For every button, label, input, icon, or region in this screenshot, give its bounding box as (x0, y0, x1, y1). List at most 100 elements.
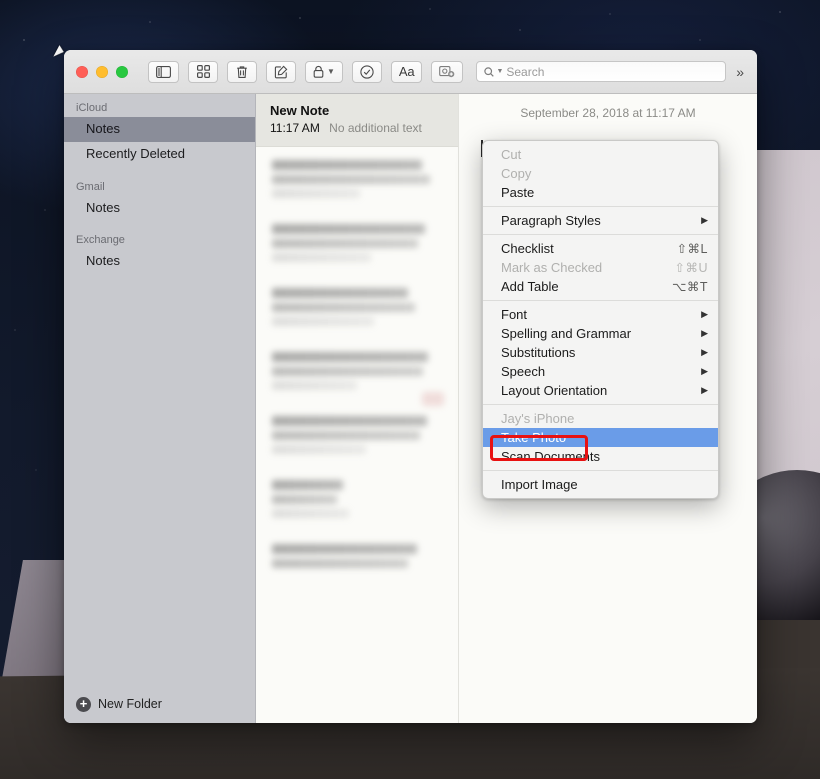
menu-item-take-photo[interactable]: Take Photo (483, 428, 718, 447)
sidebar-item-icloud-notes[interactable]: Notes (64, 117, 255, 143)
blurred-text (272, 480, 344, 490)
note-list-item[interactable] (256, 147, 458, 211)
sidebar-toggle-button[interactable] (148, 60, 179, 83)
delete-note-button[interactable] (227, 60, 257, 83)
menu-item-mark-as-checked[interactable]: Mark as Checked ⇧⌘U (483, 258, 718, 277)
menu-item-copy[interactable]: Copy (483, 164, 718, 183)
menu-separator (483, 404, 718, 405)
sidebar-list: iCloud Notes Recently Deleted Gmail Note… (64, 94, 255, 685)
menu-item-font[interactable]: Font ▶ (483, 305, 718, 324)
menu-item-scan-documents[interactable]: Scan Documents (483, 447, 718, 466)
submenu-arrow-icon: ▶ (701, 347, 708, 357)
sidebar-item-exchange-notes[interactable]: Notes (64, 249, 255, 274)
blurred-text (272, 303, 415, 312)
blurred-text (272, 509, 349, 518)
search-box[interactable]: ▼ (476, 61, 727, 82)
format-button[interactable]: Aa (390, 60, 423, 83)
plus-circle-icon: + (76, 696, 91, 712)
note-title: New Note (270, 103, 330, 118)
menu-item-layout-orientation[interactable]: Layout Orientation ▶ (483, 381, 718, 400)
window-toolbar: ▼ Aa ▼ Search » (64, 50, 757, 94)
traffic-lights (76, 65, 128, 78)
sidebar-item-label: Notes (86, 199, 120, 215)
add-media-button[interactable] (431, 60, 464, 83)
menu-item-label: Font (501, 307, 528, 322)
lock-note-button[interactable]: ▼ (305, 60, 343, 83)
note-list-item[interactable] (256, 211, 458, 275)
gallery-view-button[interactable] (188, 60, 218, 83)
note-meta: 11:17 AM No additional text (270, 121, 444, 135)
new-note-button[interactable] (266, 60, 296, 83)
menu-item-add-table[interactable]: Add Table ⌥⌘T (483, 277, 718, 296)
note-list-item[interactable] (256, 531, 458, 581)
sidebar-item-gmail-notes[interactable]: Notes (64, 196, 255, 221)
note-list-item[interactable] (256, 403, 458, 467)
search-chevron-icon: ▼ (496, 68, 504, 75)
menu-item-label: Mark as Checked (501, 260, 603, 275)
desktop: ▼ Aa ▼ Search » iCloud Notes Recently De… (0, 0, 820, 779)
blurred-text (272, 495, 337, 504)
menu-item-import-image[interactable]: Import Image (483, 475, 718, 494)
sidebar-group-icloud-label: iCloud (76, 102, 108, 114)
note-datestamp: September 28, 2018 at 11:17 AM (520, 106, 696, 120)
blurred-text (272, 189, 361, 198)
menu-separator (483, 206, 718, 207)
zoom-button[interactable] (116, 65, 128, 78)
menu-item-label: Scan Documents (501, 449, 600, 464)
menu-item-paste[interactable]: Paste (483, 183, 718, 202)
sidebar-icon (156, 65, 171, 78)
menu-item-substitutions[interactable]: Substitutions ▶ (483, 343, 718, 362)
blurred-text (272, 239, 419, 248)
note-list-item[interactable] (256, 392, 458, 531)
new-folder-label: New Folder (98, 697, 162, 711)
sidebar-group-gmail-label: Gmail (76, 180, 105, 193)
note-list-item[interactable] (256, 275, 458, 339)
menu-item-paragraph-styles[interactable]: Paragraph Styles ▶ (483, 211, 718, 230)
compose-icon (274, 65, 288, 79)
menu-item-shortcut: ⇧⌘L (676, 242, 708, 256)
menu-item-label: Take Photo (501, 430, 567, 445)
menu-item-speech[interactable]: Speech ▶ (483, 362, 718, 381)
menu-item-label: Paragraph Styles (501, 213, 601, 228)
note-preview: No additional text (329, 121, 422, 135)
search-input[interactable] (506, 64, 719, 79)
blurred-text (272, 175, 431, 184)
minimize-button[interactable] (96, 65, 108, 78)
menu-item-cut[interactable]: Cut (483, 145, 718, 164)
menu-item-label: Layout Orientation (501, 383, 608, 398)
menu-item-label: Add Table (501, 279, 559, 294)
sidebar-item-label: Recently Deleted (86, 146, 185, 162)
blurred-text (272, 317, 374, 326)
menu-group-header-device: Jay's iPhone (501, 411, 575, 426)
blurred-text (272, 559, 408, 568)
sidebar-item-label: Notes (86, 252, 120, 268)
format-label: Aa (398, 64, 415, 79)
menu-item-shortcut: ⌥⌘T (671, 280, 708, 294)
menu-separator (483, 234, 718, 235)
trash-icon (236, 65, 248, 79)
checklist-button[interactable] (351, 60, 382, 83)
sidebar: iCloud Notes Recently Deleted Gmail Note… (64, 94, 256, 723)
submenu-arrow-icon: ▶ (701, 385, 708, 395)
search-icon (484, 66, 495, 77)
chevron-down-icon: ▼ (327, 66, 335, 76)
menu-item-spelling-and-grammar[interactable]: Spelling and Grammar ▶ (483, 324, 718, 343)
menu-item-shortcut: ⇧⌘U (674, 261, 708, 275)
menu-separator (483, 300, 718, 301)
close-button[interactable] (76, 65, 88, 78)
toolbar-overflow-button[interactable]: » (734, 65, 745, 79)
blurred-text (272, 416, 427, 426)
blurred-thumbnail (422, 392, 444, 406)
new-folder-button[interactable]: + New Folder (64, 685, 255, 723)
note-list-item-selected[interactable]: New Note 11:17 AM No additional text (256, 94, 458, 147)
blurred-text (272, 253, 371, 262)
blurred-text (272, 367, 424, 376)
sidebar-item-recently-deleted[interactable]: Recently Deleted (64, 142, 255, 167)
menu-item-label: Paste (501, 185, 535, 200)
blurred-text (272, 288, 408, 298)
sidebar-group-exchange-label: Exchange (76, 233, 125, 246)
submenu-arrow-icon: ▶ (701, 309, 708, 319)
menu-item-checklist[interactable]: Checklist ⇧⌘L (483, 239, 718, 258)
